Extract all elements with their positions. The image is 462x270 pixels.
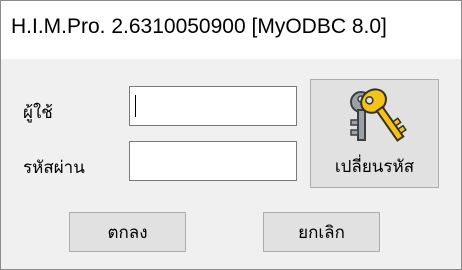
- username-field[interactable]: [129, 86, 297, 126]
- change-password-label: เปลี่ยนรหัส: [334, 157, 415, 177]
- text-caret: [135, 95, 136, 117]
- keys-icon: [343, 84, 407, 151]
- user-label: ผู้ใช้: [23, 103, 53, 123]
- change-password-button[interactable]: เปลี่ยนรหัส: [310, 79, 439, 188]
- ok-button[interactable]: ตกลง: [69, 212, 186, 252]
- password-label: รหัสผ่าน: [23, 158, 85, 178]
- title-bar: H.I.M.Pro. 2.6310050900 [MyODBC 8.0]: [1, 1, 461, 59]
- ok-label: ตกลง: [107, 222, 148, 243]
- login-dialog: H.I.M.Pro. 2.6310050900 [MyODBC 8.0] ผู้…: [0, 0, 462, 270]
- cancel-button[interactable]: ยกเลิก: [263, 212, 380, 252]
- window-title: H.I.M.Pro. 2.6310050900 [MyODBC 8.0]: [11, 15, 387, 38]
- password-field[interactable]: [129, 141, 297, 181]
- cancel-label: ยกเลิก: [298, 222, 345, 243]
